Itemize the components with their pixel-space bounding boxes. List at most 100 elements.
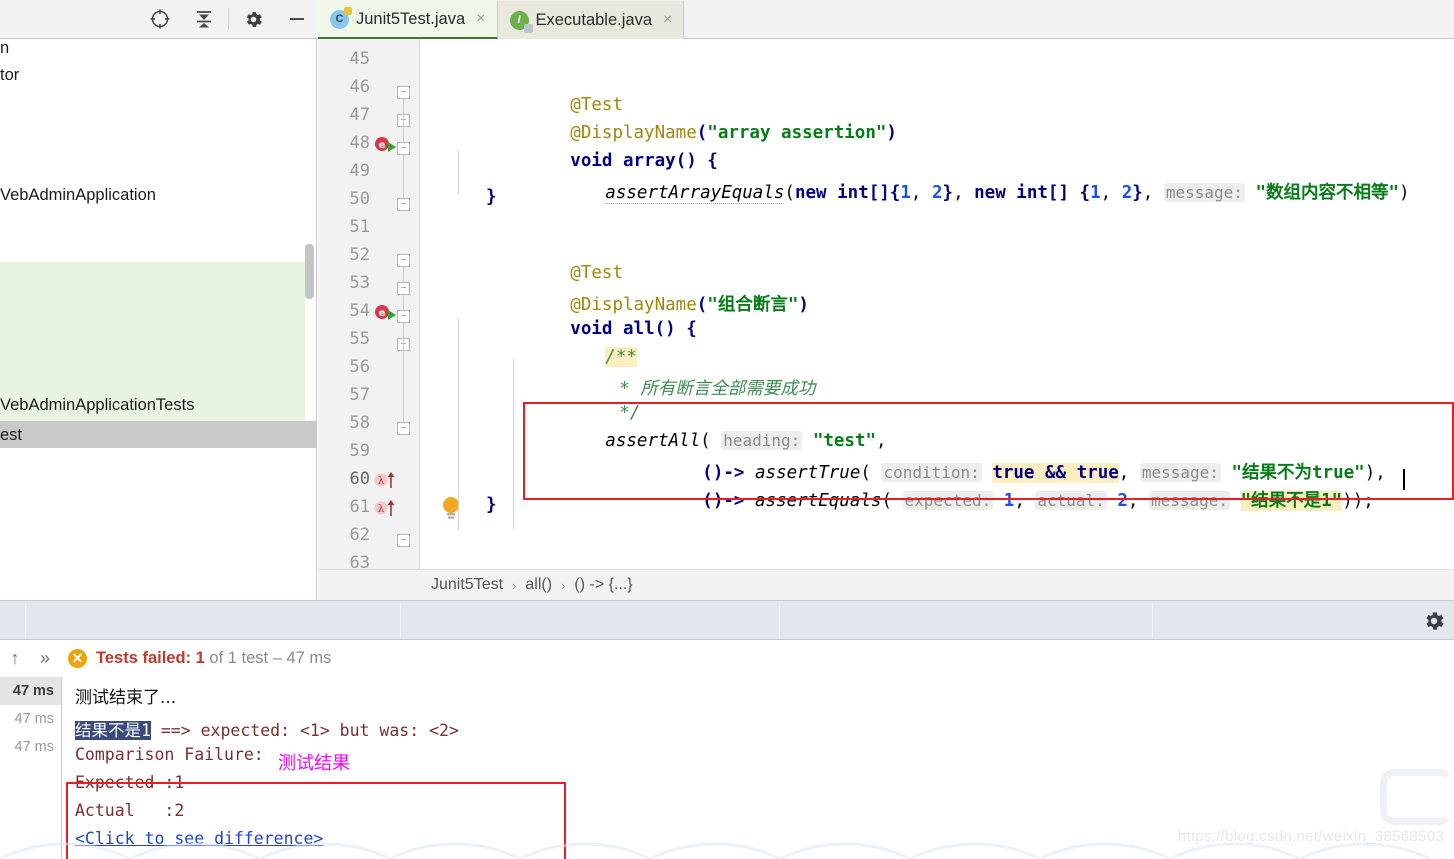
run-panel-toolbar	[0, 600, 1454, 640]
tree-item-label: n	[0, 39, 10, 57]
run-tree-panel[interactable]: n tor VebAdminApplication VebAdminApplic…	[0, 39, 317, 600]
test-status-bar: ↑ » ✕ Tests failed: 1 of 1 test – 47 ms	[0, 640, 1454, 677]
toolbar-divider	[228, 8, 229, 30]
console-line-done: 测试结束了...	[75, 688, 177, 708]
watermark-wave-decoration	[0, 842, 1431, 859]
console-line-actual: Actual :2	[75, 801, 185, 820]
tree-item-3[interactable]: VebAdminApplicationTests	[0, 391, 305, 419]
breadcrumb[interactable]: Junit5Test › all() › () -> {...}	[318, 569, 1454, 600]
tests-failed-label: Tests failed:	[96, 649, 192, 667]
fold-region-line	[403, 323, 404, 422]
java-interface-icon: I	[509, 10, 533, 33]
tree-item-0[interactable]: n	[0, 39, 9, 62]
line-number: 49	[349, 161, 370, 181]
tree-item-1[interactable]: tor	[0, 61, 19, 89]
collapse-all-icon[interactable]	[182, 0, 226, 38]
line-number: 56	[349, 357, 370, 377]
run-tool-window[interactable]: ↑ » ✕ Tests failed: 1 of 1 test – 47 ms …	[0, 600, 1454, 859]
code-line-50: }	[486, 187, 497, 207]
svg-text:λ: λ	[378, 476, 385, 487]
fold-region-line	[403, 155, 404, 198]
editor-tab-executable[interactable]: I Executable.java ×	[497, 1, 685, 39]
param-hint-message: message:	[1149, 491, 1231, 510]
code-content[interactable]: @Test @DisplayName("array assertion") vo…	[428, 39, 1454, 569]
method-assertequals: assertEquals	[755, 491, 882, 511]
line-number: 58	[349, 413, 370, 433]
tree-item-label: est	[0, 425, 23, 444]
editor-tab-junit5test[interactable]: C Junit5Test.java ×	[318, 1, 498, 39]
next-failure-icon[interactable]: »	[30, 648, 60, 669]
fold-marker-icon[interactable]: −	[397, 422, 410, 435]
settings-gear-icon[interactable]	[1422, 609, 1446, 633]
line-number: 53	[349, 273, 370, 293]
breadcrumb-item-method[interactable]: all()	[525, 576, 552, 594]
line-number: 57	[349, 385, 370, 405]
watermark-shape	[1380, 769, 1454, 825]
fold-marker-icon[interactable]: −	[397, 142, 410, 155]
literal-1: 1	[900, 183, 911, 203]
duration-column: 47 ms 47 ms 47 ms	[0, 677, 62, 859]
locate-target-icon[interactable]	[138, 0, 182, 38]
fold-marker-icon[interactable]: −	[397, 282, 410, 295]
settings-gear-icon[interactable]	[231, 0, 275, 38]
code-line-61: }	[486, 495, 497, 515]
close-icon[interactable]: ×	[476, 10, 485, 28]
fold-marker-icon[interactable]: −	[397, 534, 410, 547]
annotation-label: 测试结果	[278, 753, 350, 774]
duration-cell: 47 ms	[0, 677, 61, 705]
tests-failed-count: 1	[195, 649, 205, 667]
string-zuhe-duanyan: "组合断言"	[707, 295, 799, 315]
comment-body: * 所有断言全部需要成功	[619, 379, 816, 399]
string-shuzu-message: "数组内容不相等"	[1255, 183, 1400, 203]
editor-tab-label: Junit5Test.java	[356, 9, 466, 28]
toolbar-divider	[25, 604, 26, 638]
lambda-marker-icon[interactable]: λ	[374, 471, 396, 493]
fold-marker-icon[interactable]: −	[397, 310, 410, 323]
line-number: 50	[349, 189, 370, 209]
code-line-60: ()-> assertEquals( expected: 1, actual: …	[702, 491, 1374, 511]
minimize-icon[interactable]	[275, 0, 319, 38]
fold-region-line	[403, 99, 404, 142]
param-hint-message: message:	[1163, 183, 1245, 202]
tree-item-label: VebAdminApplicationTests	[0, 395, 195, 414]
toolbar-divider	[400, 604, 401, 638]
literal-2: 2	[1121, 183, 1133, 203]
close-icon[interactable]: ×	[663, 11, 672, 29]
duration-cell: 47 ms	[14, 711, 55, 727]
code-editor[interactable]: 45 46 47 48 49 50 51 52 53 54 55 56 57 5…	[318, 39, 1454, 569]
duration-cell: 47 ms	[14, 739, 55, 755]
run-test-icon[interactable]: e	[374, 136, 396, 158]
text-caret	[1403, 469, 1405, 490]
line-number: 54	[349, 301, 370, 321]
line-number: 60	[349, 469, 370, 489]
literal-2: 2	[931, 183, 943, 203]
tree-item-4[interactable]: est	[0, 421, 316, 449]
method-assertarrayequals: assertArrayEquals	[605, 183, 785, 204]
tests-summary: of 1 test – 47 ms	[204, 649, 332, 667]
lambda-marker-icon[interactable]: λ	[374, 499, 396, 521]
console-line-assertion: 结果不是1 ==> expected: <1> but was: <2>	[75, 717, 459, 741]
line-number: 63	[349, 553, 370, 569]
fold-marker-icon[interactable]: −	[397, 86, 410, 99]
line-number: 48	[349, 133, 370, 153]
line-number: 51	[349, 217, 370, 237]
breadcrumb-item-class[interactable]: Junit5Test	[431, 576, 503, 594]
fold-marker-icon[interactable]: −	[397, 254, 410, 267]
fold-region-line	[403, 267, 404, 282]
tree-scrollbar[interactable]	[305, 244, 314, 299]
scroll-up-icon[interactable]: ↑	[0, 648, 30, 669]
editor-tab-bar: C Junit5Test.java × I Executable.java ×	[318, 0, 685, 39]
type-int: int	[1016, 183, 1048, 203]
line-number: 55	[349, 329, 370, 349]
tree-item-2[interactable]: VebAdminApplication	[0, 181, 156, 209]
line-number: 52	[349, 245, 370, 265]
breadcrumb-item-lambda[interactable]: () -> {...}	[574, 576, 632, 594]
svg-text:e: e	[379, 308, 386, 319]
editor-tab-label: Executable.java	[535, 10, 653, 29]
fold-marker-icon[interactable]: −	[397, 198, 410, 211]
console-line-expected: Expected :1	[75, 773, 185, 792]
run-test-icon[interactable]: e	[374, 304, 396, 326]
top-toolbar: C Junit5Test.java × I Executable.java ×	[0, 0, 1454, 39]
fold-region-line	[403, 295, 404, 310]
line-number: 59	[349, 441, 370, 461]
